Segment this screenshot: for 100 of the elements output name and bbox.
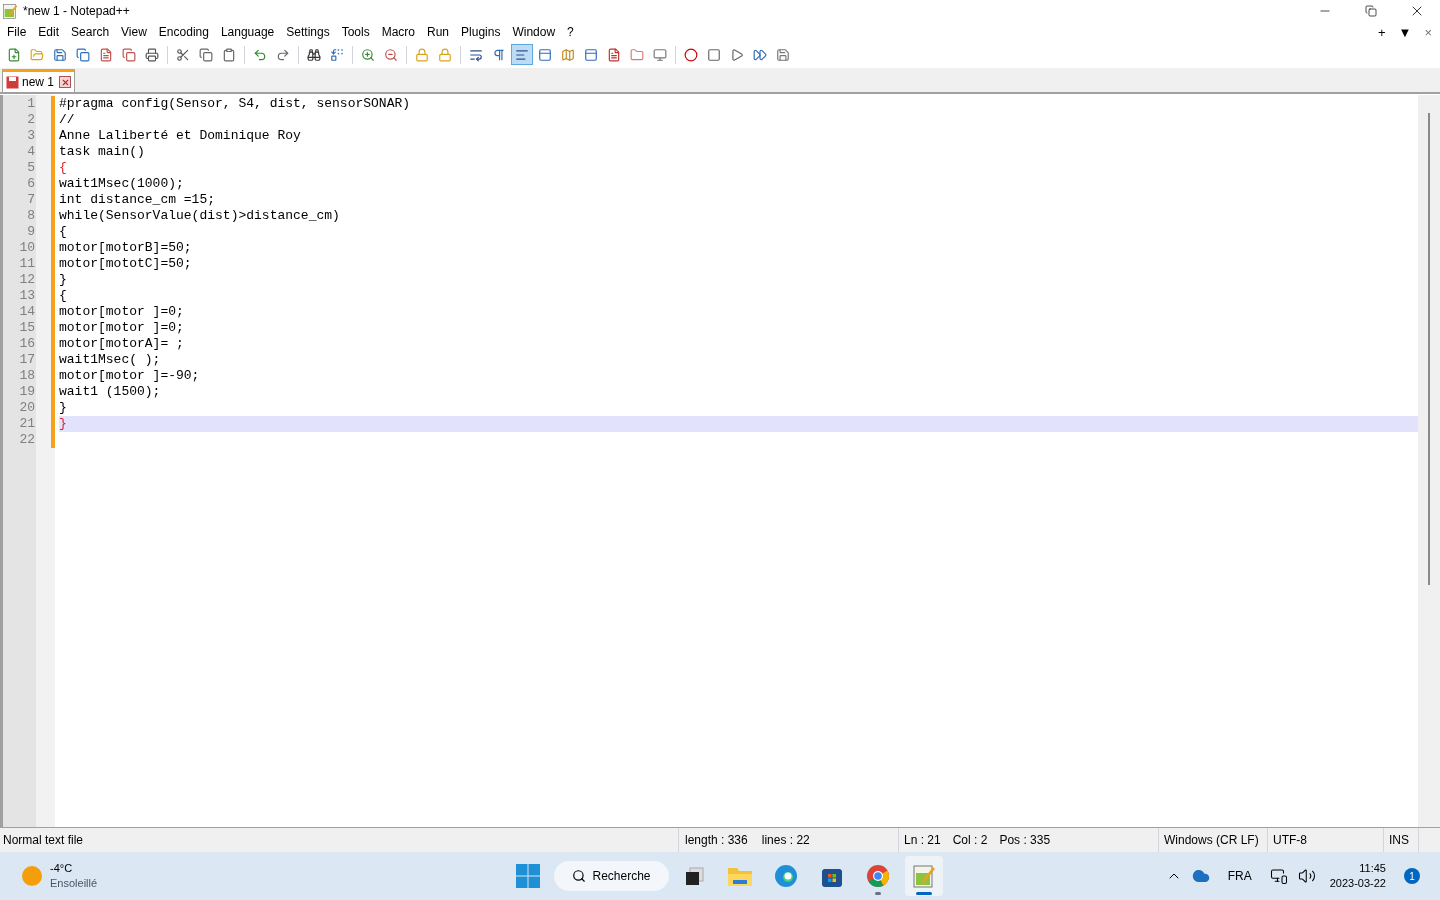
map-icon <box>561 47 575 62</box>
zoom-in-icon <box>361 47 375 62</box>
code-line: motor[motor ]=-90; <box>59 368 200 384</box>
document-icon <box>607 47 621 62</box>
cloud-icon[interactable] <box>1191 867 1210 885</box>
temperature: -4°C <box>50 861 74 876</box>
replace-icon <box>330 47 344 62</box>
lines-info: lines : 22 <box>761 832 810 849</box>
notepad-icon <box>912 863 936 889</box>
line-number: 2 <box>26 112 36 128</box>
code-line: Anne Laliberté et Dominique Roy <box>59 128 301 144</box>
lock-icon <box>438 47 452 62</box>
code-line: motor[motor ]=0; <box>59 320 184 336</box>
redo-icon <box>276 47 290 62</box>
line-number: 19 <box>18 384 36 400</box>
new-tab-button[interactable]: + <box>1377 26 1386 39</box>
taskbar-app-button[interactable] <box>905 856 943 896</box>
length-info: length : 336 <box>685 832 748 849</box>
menu-item[interactable]: Tools <box>335 22 376 43</box>
folder-icon <box>30 47 44 62</box>
language-indicator[interactable]: FRA <box>1219 867 1260 885</box>
menu-item[interactable]: Language <box>214 22 281 43</box>
line-position: Ln : 21 <box>904 832 941 849</box>
code-line: motor[mototC]=50; <box>59 256 192 272</box>
char-position: Pos : 335 <box>999 832 1051 849</box>
line-number: 13 <box>18 288 36 304</box>
scissors-icon <box>176 47 190 62</box>
close-tab-button[interactable]: × <box>1424 26 1432 39</box>
line-number: 18 <box>18 368 36 384</box>
notepad-icon <box>2 2 18 20</box>
line-number: 3 <box>26 128 36 144</box>
new-file-icon <box>7 47 21 62</box>
record-icon <box>684 47 698 62</box>
weather-widget[interactable]: -4°C Ensoleillé <box>0 861 98 891</box>
tab-label: new 1 <box>22 74 55 91</box>
window-title: *new 1 - Notepad++ <box>23 3 130 20</box>
code-line: } <box>59 400 67 416</box>
menu-item[interactable]: Search <box>65 22 116 43</box>
code-line: while(SensorValue(dist)>distance_cm) <box>59 208 340 224</box>
code-line: } <box>59 272 67 288</box>
undo-icon <box>253 47 267 62</box>
line-number: 9 <box>26 224 36 240</box>
clock-time[interactable]: 11:45 <box>1359 861 1386 876</box>
panel-icon <box>584 47 598 62</box>
folder-icon <box>630 47 644 62</box>
code-line: motor[motorA]= ; <box>59 336 184 352</box>
binoculars-icon <box>307 47 321 62</box>
line-number: 20 <box>18 400 36 416</box>
indent-guide-button[interactable] <box>511 44 533 65</box>
column-position: Col : 2 <box>952 832 988 849</box>
menu-item[interactable]: Macro <box>375 22 421 43</box>
weather-condition: Ensoleillé <box>50 876 98 891</box>
indent-guide-icon <box>515 47 529 62</box>
menu-item[interactable]: Run <box>421 22 456 43</box>
wrap-icon <box>469 47 483 62</box>
line-number: 11 <box>18 256 36 272</box>
print-icon <box>145 47 159 62</box>
code-line: wait1 (1500); <box>59 384 161 400</box>
line-number: 6 <box>26 176 36 192</box>
menu-item[interactable]: Settings <box>280 22 336 43</box>
code-line: motor[motor ]=0; <box>59 304 184 320</box>
fast-forward-icon <box>753 47 767 62</box>
tab-close-button[interactable] <box>59 76 72 88</box>
menu-item[interactable]: Plugins <box>455 22 507 43</box>
line-number: 8 <box>26 208 36 224</box>
menu-item[interactable]: Encoding <box>152 22 215 43</box>
network-icon[interactable] <box>1269 867 1288 885</box>
play-icon <box>730 47 744 62</box>
code-line: { <box>59 288 67 304</box>
code-line: } <box>59 416 67 432</box>
menu-item[interactable]: ? <box>561 22 580 43</box>
menu-item[interactable]: File <box>1 22 33 43</box>
menu-item[interactable]: Edit <box>32 22 66 43</box>
clock-date[interactable]: 2023-03-22 <box>1329 876 1386 891</box>
tab-list-button[interactable]: ▼ <box>1398 26 1412 39</box>
volume-icon[interactable] <box>1297 867 1316 885</box>
stop-icon <box>707 47 721 62</box>
code-line: wait1Msec( ); <box>59 352 161 368</box>
monitor-icon <box>653 47 667 62</box>
code-line: int distance_cm =15; <box>59 192 216 208</box>
line-number: 7 <box>26 192 36 208</box>
windows-logo-icon <box>516 864 540 888</box>
folder-icon <box>727 865 753 887</box>
menu-item[interactable]: Window <box>506 22 562 43</box>
line-number: 21 <box>18 416 36 432</box>
code-line: wait1Msec(1000); <box>59 176 184 192</box>
code-line: // <box>59 112 75 128</box>
pilcrow-icon <box>492 47 506 62</box>
menu-item[interactable]: View <box>115 22 153 43</box>
file-tab[interactable]: new 1 <box>2 69 76 92</box>
save-icon <box>776 47 790 62</box>
scrollbar-thumb[interactable] <box>1428 113 1430 585</box>
line-number: 4 <box>26 144 36 160</box>
search-icon <box>572 869 587 883</box>
notification-badge[interactable]: 1 <box>1404 868 1420 884</box>
search-button[interactable]: Recherche <box>554 861 669 891</box>
line-number: 22 <box>18 432 36 448</box>
line-number: 17 <box>18 352 36 368</box>
line-number: 1 <box>26 96 36 112</box>
line-number: 10 <box>18 240 36 256</box>
